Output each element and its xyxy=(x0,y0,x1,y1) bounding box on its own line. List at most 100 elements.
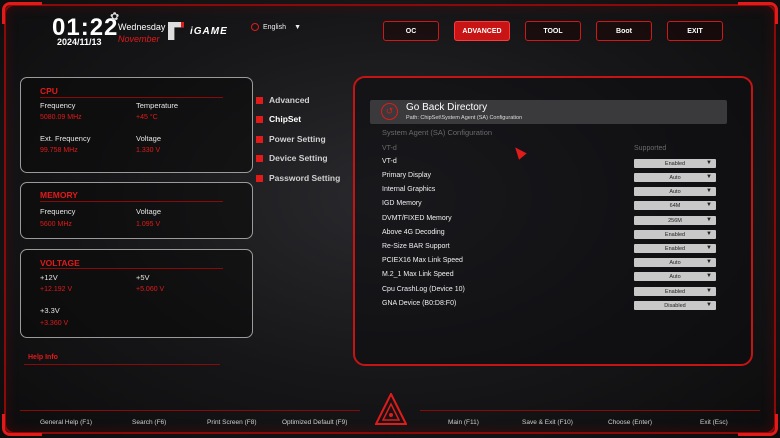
menu-item-label: ChipSet xyxy=(269,114,302,124)
frame-corner-top-right xyxy=(738,2,778,24)
dropdown-value: 256M xyxy=(668,217,682,224)
voltage-divider xyxy=(40,268,223,269)
voltage-title: VOLTAGE xyxy=(40,258,80,268)
square-bullet-icon xyxy=(256,115,263,123)
tab-advanced[interactable]: ADVANCED xyxy=(454,21,510,41)
menu-item-label: Device Setting xyxy=(269,153,328,163)
brand-logo: iGAME xyxy=(168,20,236,42)
chevron-down-icon: ▼ xyxy=(706,217,712,223)
tab-exit-label: EXIT xyxy=(687,27,703,35)
brand-emblem-icon xyxy=(375,393,407,425)
dropdown-value: Enabled xyxy=(664,288,686,295)
dropdown-value: Enabled xyxy=(664,160,686,167)
cpu-temperature-label: Temperature xyxy=(136,101,179,110)
frame-corner-top-left xyxy=(2,2,42,24)
go-back-title[interactable]: Go Back Directory xyxy=(406,102,487,113)
footer-optimized-default[interactable]: Optimized Default (F9) xyxy=(282,419,347,426)
voltage-5v-value: +5.060 V xyxy=(136,286,165,293)
cpu-frequency-value: 5080.09 MHz xyxy=(40,114,82,121)
footer-print-screen[interactable]: Print Screen (F8) xyxy=(207,419,257,426)
footer-divider-left xyxy=(20,410,360,411)
tab-oc[interactable]: OC xyxy=(383,21,439,41)
setting-label-vtd: VT-d xyxy=(382,158,397,165)
setting-dropdown-above-4g-decoding[interactable]: Enabled ▼ xyxy=(634,230,716,239)
language-value: English xyxy=(263,23,286,31)
dropdown-value: Enabled xyxy=(664,231,686,238)
chevron-down-icon: ▼ xyxy=(706,188,712,194)
chevron-down-icon: ▼ xyxy=(706,174,712,180)
back-arrow-icon[interactable]: ↺ xyxy=(381,103,398,120)
cpu-frequency-label: Frequency xyxy=(40,101,76,110)
setting-dropdown-internal-graphics[interactable]: Auto ▼ xyxy=(634,187,716,196)
dropdown-value: 64M xyxy=(669,202,681,209)
menu-item-label: Advanced xyxy=(269,95,310,105)
cpu-ext-frequency-value: 99.758 MHz xyxy=(40,147,78,154)
menu-item-advanced[interactable]: Advanced xyxy=(256,94,310,106)
footer-divider-right xyxy=(420,410,760,411)
setting-label-gna-device: GNA Device (B0:D8:F0) xyxy=(382,300,457,307)
setting-label-dvmt-memory: DVMT/FIXED Memory xyxy=(382,215,452,222)
menu-item-device-setting[interactable]: Device Setting xyxy=(256,152,328,164)
voltage-5v-label: +5V xyxy=(136,273,150,282)
frame-corner-bottom-left xyxy=(2,414,42,436)
tab-tool-label: TOOL xyxy=(543,27,563,35)
tab-tool[interactable]: TOOL xyxy=(525,21,581,41)
vtd-info-value: Supported xyxy=(634,145,667,152)
menu-item-label: Power Setting xyxy=(269,134,326,144)
footer-save-exit[interactable]: Save & Exit (F10) xyxy=(522,419,573,426)
chevron-down-icon: ▼ xyxy=(706,302,712,308)
setting-dropdown-vtd[interactable]: Enabled ▼ xyxy=(634,159,716,168)
setting-dropdown-resize-bar[interactable]: Enabled ▼ xyxy=(634,244,716,253)
cpu-voltage-value: 1.330 V xyxy=(136,147,161,154)
date-label: 2024/11/13 xyxy=(57,37,102,47)
tab-oc-label: OC xyxy=(405,27,417,35)
frame-corner-bottom-right xyxy=(738,414,778,436)
footer-search[interactable]: Search (F6) xyxy=(132,419,166,426)
dropdown-value: Auto xyxy=(669,273,681,280)
tab-exit[interactable]: EXIT xyxy=(667,21,723,41)
square-bullet-icon xyxy=(256,174,263,182)
footer-main[interactable]: Main (F11) xyxy=(448,419,479,426)
chevron-down-icon: ▼ xyxy=(706,202,712,208)
square-bullet-icon xyxy=(256,135,263,143)
month-label: November xyxy=(118,34,160,44)
chevron-down-icon: ▼ xyxy=(706,231,712,237)
setting-dropdown-dvmt-memory[interactable]: 256M ▼ xyxy=(634,216,716,225)
setting-label-cpu-crashlog: Cpu CrashLog (Device 10) xyxy=(382,286,465,293)
weekday-label: Wednesday xyxy=(118,22,166,32)
brand-name: iGAME xyxy=(190,25,228,37)
setting-label-above-4g-decoding: Above 4G Decoding xyxy=(382,229,445,236)
setting-dropdown-igd-memory[interactable]: 64M ▼ xyxy=(634,201,716,210)
memory-voltage-value: 1.095 V xyxy=(136,221,161,228)
dropdown-value: Enabled xyxy=(664,245,686,252)
setting-dropdown-pciex16-link-speed[interactable]: Auto ▼ xyxy=(634,258,716,267)
breadcrumb: Path: ChipSet\System Agent (SA) Configur… xyxy=(406,115,523,121)
chevron-down-icon: ▼ xyxy=(706,259,712,265)
setting-dropdown-m2-link-speed[interactable]: Auto ▼ xyxy=(634,272,716,281)
memory-frequency-label: Frequency xyxy=(40,207,76,216)
footer-choose[interactable]: Choose (Enter) xyxy=(608,419,652,426)
memory-voltage-label: Voltage xyxy=(136,207,162,216)
menu-item-power-setting[interactable]: Power Setting xyxy=(256,133,326,145)
dropdown-value: Auto xyxy=(669,259,681,266)
voltage-12v-label: +12V xyxy=(40,273,58,282)
dropdown-value: Auto xyxy=(669,174,681,181)
memory-frequency-value: 5600 MHz xyxy=(40,221,72,228)
tab-boot[interactable]: Boot xyxy=(596,21,652,41)
section-title: System Agent (SA) Configuration xyxy=(382,128,493,137)
language-selector[interactable]: English ▼ xyxy=(251,21,301,33)
footer-exit[interactable]: Exit (Esc) xyxy=(700,419,728,426)
menu-item-password-setting[interactable]: Password Setting xyxy=(256,172,340,184)
square-bullet-icon xyxy=(256,154,263,162)
globe-icon xyxy=(251,23,259,31)
setting-dropdown-primary-display[interactable]: Auto ▼ xyxy=(634,173,716,182)
menu-item-chipset[interactable]: ChipSet xyxy=(256,113,301,125)
setting-label-m2-link-speed: M.2_1 Max Link Speed xyxy=(382,271,454,278)
setting-dropdown-cpu-crashlog[interactable]: Enabled ▼ xyxy=(634,287,716,296)
cpu-title: CPU xyxy=(40,86,58,96)
setting-label-resize-bar: Re-Size BAR Support xyxy=(382,243,450,250)
cpu-ext-frequency-label: Ext. Frequency xyxy=(40,134,91,143)
memory-title: MEMORY xyxy=(40,190,78,200)
footer-general-help[interactable]: General Help (F1) xyxy=(40,419,92,426)
setting-dropdown-gna-device[interactable]: Disabled ▼ xyxy=(634,301,716,310)
